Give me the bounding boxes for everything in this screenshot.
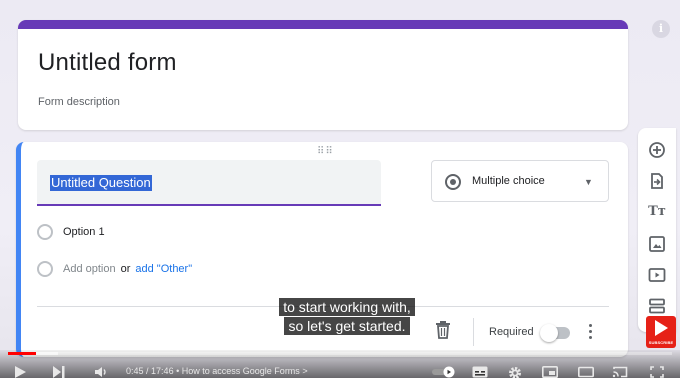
chapter-chevron-icon[interactable]: > [302, 366, 307, 376]
required-toggle[interactable] [540, 324, 570, 342]
time-display: 0:45 / 17:46 • How to access Google Form… [126, 366, 308, 376]
add-image-icon[interactable] [647, 234, 667, 254]
add-question-icon[interactable] [647, 140, 667, 160]
or-text: or [120, 263, 131, 275]
subscribe-button[interactable]: SUBSCRIBE [646, 316, 676, 348]
question-type-dropdown[interactable]: Multiple choice ▼ [431, 160, 609, 202]
fullscreen-icon[interactable] [650, 366, 664, 378]
autoplay-toggle[interactable] [432, 366, 458, 378]
captions-icon[interactable] [472, 366, 488, 378]
settings-gear-icon[interactable] [508, 366, 522, 378]
required-label: Required [489, 326, 534, 338]
radio-button-icon [445, 174, 461, 190]
chapter-separator: • [176, 366, 180, 376]
import-questions-icon[interactable] [647, 171, 667, 191]
info-icon[interactable]: i [652, 20, 670, 38]
question-title-text: Untitled Question [50, 175, 152, 191]
chapter-title[interactable]: How to access Google Forms [182, 366, 300, 376]
current-time: 0:45 [126, 366, 144, 376]
add-video-icon[interactable] [647, 265, 667, 285]
subscribe-label: SUBSCRIBE [648, 340, 674, 345]
subtitle-line: so let's get started. [284, 317, 410, 335]
form-description-field[interactable]: Form description [38, 96, 120, 108]
progress-bar[interactable] [8, 352, 672, 355]
form-title[interactable]: Untitled form [38, 49, 177, 77]
duration: 17:46 [151, 366, 174, 376]
video-frame: i Untitled form Form description ⠿⠿ Unti… [0, 0, 680, 378]
miniplayer-icon[interactable] [542, 366, 558, 378]
subtitle-line: to start working with, [279, 298, 415, 316]
add-other-link[interactable]: add "Other" [135, 263, 192, 275]
option-row[interactable]: Option 1 [37, 222, 105, 242]
add-option-field[interactable]: Add option [63, 263, 116, 275]
play-logo-icon [655, 320, 668, 336]
play-icon[interactable] [14, 366, 28, 378]
buffer-bar [35, 352, 58, 355]
radio-circle-icon [37, 261, 53, 277]
add-title-icon[interactable]: Tт [647, 202, 667, 222]
footer-separator [473, 318, 474, 346]
cast-icon[interactable] [612, 366, 628, 378]
option-label[interactable]: Option 1 [63, 226, 105, 238]
video-subtitle: to start working with, so let's get star… [262, 298, 432, 336]
next-icon[interactable] [52, 366, 66, 378]
add-option-row[interactable]: Add option or add "Other" [37, 259, 192, 279]
theater-mode-icon[interactable] [578, 366, 594, 378]
form-title-card[interactable]: Untitled form Form description [18, 20, 628, 130]
drag-handle-icon[interactable]: ⠿⠿ [317, 146, 334, 157]
add-section-icon[interactable] [647, 296, 667, 316]
question-type-label: Multiple choice [472, 175, 545, 187]
progress-fill [8, 352, 36, 355]
dropdown-arrow-icon: ▼ [584, 177, 593, 187]
question-title-input[interactable]: Untitled Question [37, 160, 381, 206]
side-toolbar: Tт [638, 128, 676, 332]
delete-icon[interactable] [435, 320, 451, 340]
more-options-icon[interactable] [587, 324, 593, 342]
radio-circle-icon [37, 224, 53, 240]
volume-icon[interactable] [94, 366, 110, 378]
